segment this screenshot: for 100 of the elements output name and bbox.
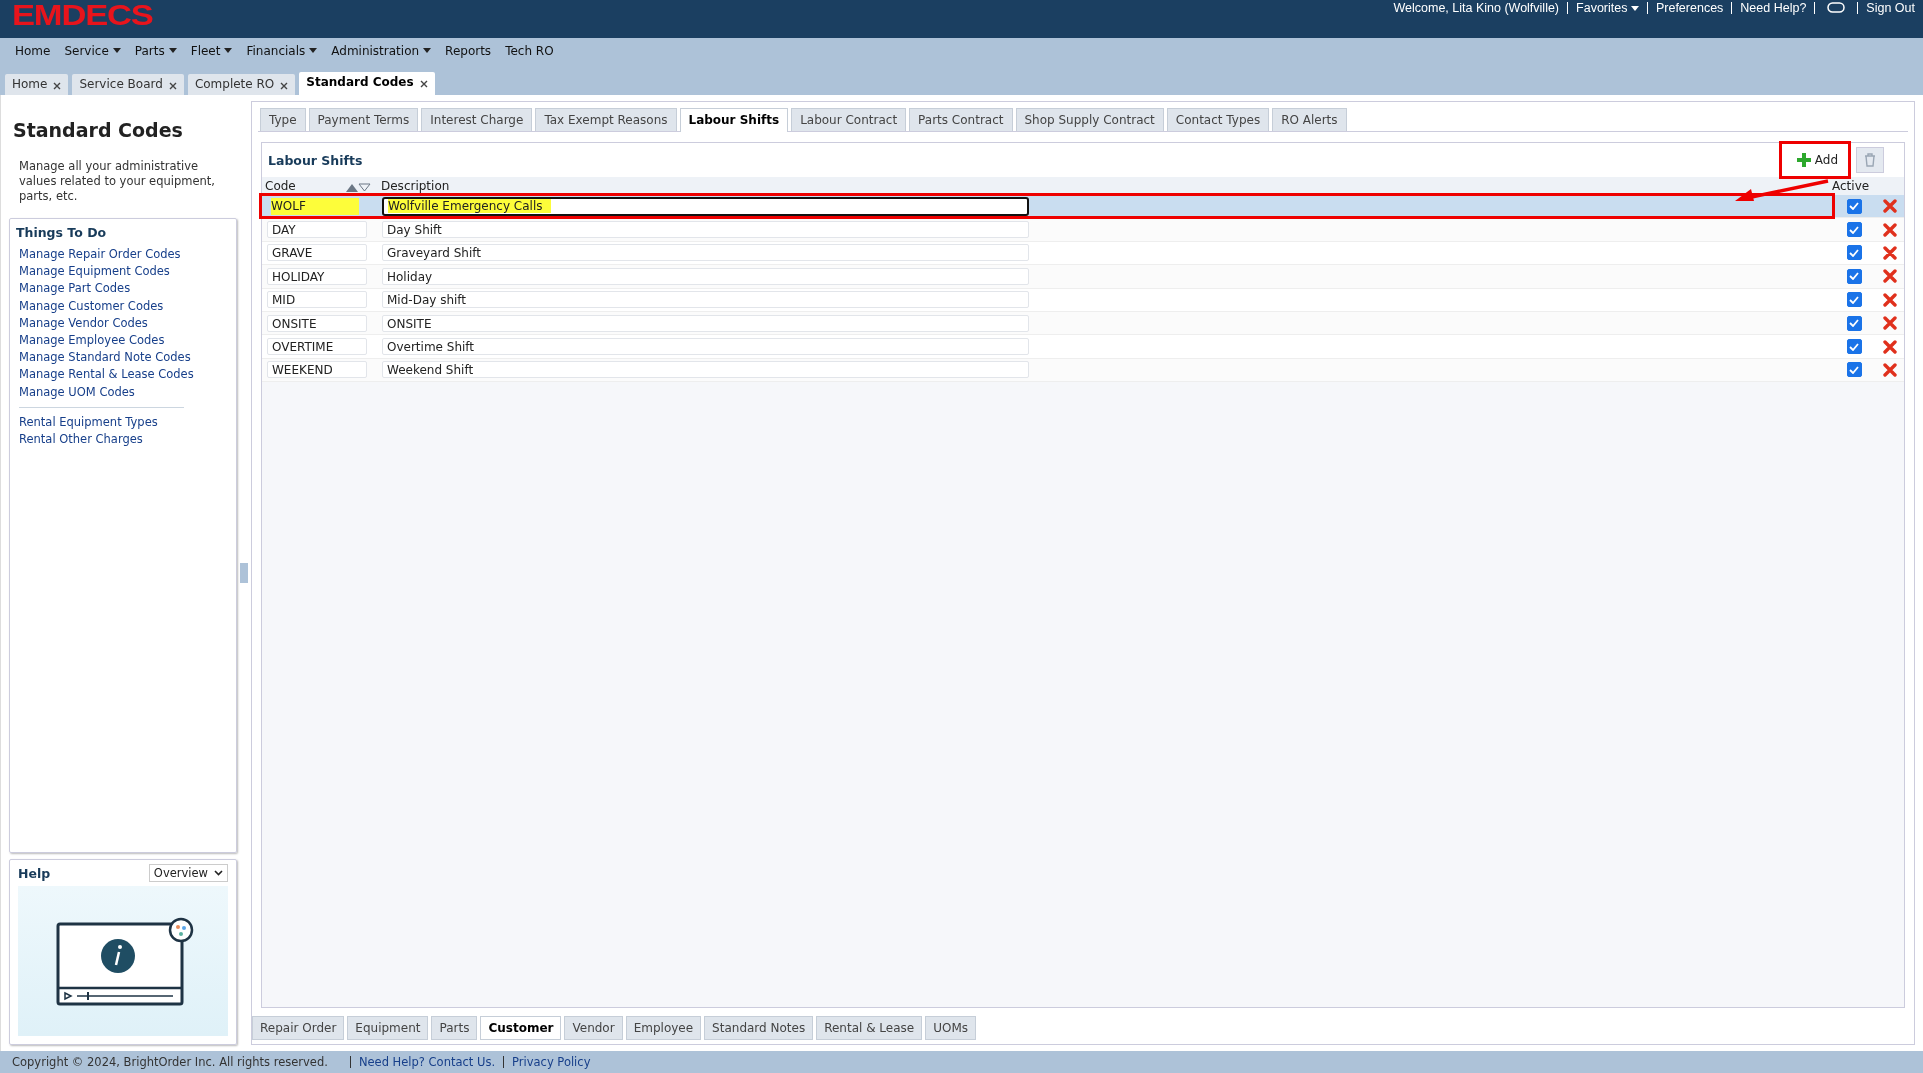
table-row[interactable]: HOLIDAY Holiday	[262, 265, 1904, 289]
active-checkbox[interactable]	[1846, 245, 1862, 261]
description-field[interactable]: Holiday	[382, 267, 1029, 285]
help-dropdown[interactable]: Overview	[148, 864, 228, 882]
code-tab[interactable]: Labour Contract	[791, 108, 907, 131]
close-icon[interactable]	[168, 81, 177, 90]
delete-icon[interactable]	[1883, 362, 1897, 377]
code-tab[interactable]: Parts Contract	[909, 108, 1013, 131]
description-field[interactable]: Graveyard Shift	[382, 244, 1029, 262]
sidebar-link[interactable]: Manage Employee Codes	[16, 332, 230, 350]
close-icon[interactable]	[419, 79, 428, 88]
table-row[interactable]: DAY Day Shift	[262, 218, 1904, 242]
code-field[interactable]: ONSITE	[267, 314, 367, 332]
footer-link[interactable]: Need Help? Contact Us.	[358, 1055, 496, 1069]
table-row[interactable]: OVERTIME Overtime Shift	[262, 335, 1904, 359]
sidebar-link[interactable]: Manage Customer Codes	[16, 297, 230, 315]
code-field[interactable]: GRAVE	[267, 244, 367, 262]
code-tab[interactable]: Payment Terms	[308, 108, 419, 131]
category-tab[interactable]: Customer	[480, 1016, 562, 1040]
page-tab[interactable]: Service Board	[72, 74, 184, 95]
table-row[interactable]: MID Mid-Day shift	[262, 288, 1904, 312]
code-field[interactable]: DAY	[267, 221, 367, 239]
delete-icon[interactable]	[1883, 339, 1897, 354]
menu-item[interactable]: Parts	[134, 43, 177, 58]
menu-item[interactable]: Tech RO	[505, 43, 554, 58]
sidebar-link[interactable]: Manage Equipment Codes	[16, 263, 230, 281]
menu-item[interactable]: Administration	[331, 43, 432, 58]
welcome-text: Welcome, Lita Kino (Wolfville)	[1393, 1, 1560, 15]
table-row[interactable]: ONSITE ONSITE	[262, 311, 1904, 336]
header-link[interactable]: Need Help?	[1740, 1, 1807, 15]
todo-title: Things To Do	[16, 225, 108, 240]
chevron-icon	[214, 870, 223, 876]
code-tab[interactable]: Shop Supply Contract	[1015, 108, 1164, 131]
category-tab[interactable]: Parts	[431, 1016, 478, 1040]
caret-icon	[112, 48, 121, 53]
sidebar-link[interactable]: Rental Other Charges	[16, 431, 230, 449]
column-header[interactable]: Description	[381, 179, 1832, 193]
sidebar-link[interactable]: Rental Equipment Types	[16, 413, 230, 432]
active-checkbox[interactable]	[1846, 268, 1862, 284]
active-checkbox[interactable]	[1846, 315, 1862, 331]
sidebar-link[interactable]: Manage Rental & Lease Codes	[16, 366, 230, 384]
category-tab[interactable]: Employee	[625, 1016, 702, 1040]
page-tab[interactable]: Home	[5, 74, 69, 95]
active-checkbox[interactable]	[1846, 222, 1862, 238]
header-link[interactable]: Sign Out	[1866, 1, 1915, 15]
favorites-menu[interactable]: Favorites	[1576, 1, 1639, 15]
code-field[interactable]: WEEKEND	[267, 361, 367, 379]
caret-icon	[423, 48, 432, 53]
column-header[interactable]: Code	[265, 179, 345, 193]
page-tab[interactable]: Standard Codes	[299, 72, 435, 95]
header-link[interactable]: Preferences	[1655, 1, 1724, 15]
menu-item[interactable]: Fleet	[190, 43, 233, 58]
category-tab[interactable]: Vendor	[564, 1016, 623, 1040]
menu-item[interactable]: Service	[64, 43, 121, 58]
code-tab[interactable]: Type	[260, 108, 306, 131]
code-field[interactable]: HOLIDAY	[267, 267, 367, 285]
delete-icon[interactable]	[1883, 316, 1897, 331]
code-tab[interactable]: Tax Exempt Reasons	[535, 108, 677, 131]
code-field[interactable]: OVERTIME	[267, 338, 367, 356]
delete-icon[interactable]	[1883, 292, 1897, 307]
close-icon[interactable]	[280, 81, 289, 90]
sidebar-link[interactable]: Manage Vendor Codes	[16, 314, 230, 332]
code-tab[interactable]: RO Alerts	[1272, 108, 1347, 131]
active-checkbox[interactable]	[1846, 292, 1862, 308]
category-tab[interactable]: UOMs	[925, 1016, 977, 1040]
delete-icon[interactable]	[1883, 269, 1897, 284]
code-field[interactable]: MID	[267, 291, 367, 309]
column-header[interactable]: Active	[1832, 179, 1876, 193]
code-tab[interactable]: Labour Shifts	[679, 108, 789, 132]
category-tab[interactable]: Equipment	[347, 1016, 429, 1040]
delete-icon[interactable]	[1883, 245, 1897, 260]
description-field[interactable]: Overtime Shift	[382, 338, 1029, 356]
description-field[interactable]: ONSITE	[382, 314, 1029, 332]
page-tab[interactable]: Complete RO	[187, 74, 296, 95]
description-field[interactable]: Day Shift	[382, 221, 1029, 239]
sidebar-link[interactable]: Manage Repair Order Codes	[16, 246, 230, 264]
menu-item[interactable]: Reports	[445, 43, 492, 58]
delete-icon[interactable]	[1883, 222, 1897, 237]
description-field[interactable]: Weekend Shift	[382, 361, 1029, 379]
menu-item[interactable]: Financials	[246, 43, 318, 58]
sidebar-link[interactable]: Manage Part Codes	[16, 280, 230, 298]
code-tab[interactable]: Contact Types	[1166, 108, 1270, 131]
delete-icon[interactable]	[1883, 199, 1897, 214]
code-tab[interactable]: Interest Charge	[421, 108, 533, 131]
active-checkbox[interactable]	[1846, 362, 1862, 378]
category-tab[interactable]: Rental & Lease	[816, 1016, 923, 1040]
footer-link[interactable]: Privacy Policy	[512, 1055, 591, 1069]
category-tab[interactable]: Standard Notes	[704, 1016, 814, 1040]
close-icon[interactable]	[53, 81, 62, 90]
sidebar-link[interactable]: Manage Standard Note Codes	[16, 349, 230, 367]
category-tab[interactable]: Repair Order	[252, 1016, 345, 1040]
menu-item[interactable]: Home	[15, 43, 51, 58]
active-checkbox[interactable]	[1846, 198, 1862, 214]
description-field[interactable]: Mid-Day shift	[382, 291, 1029, 309]
sort-icon[interactable]	[345, 183, 371, 193]
table-row[interactable]: WEEKEND Weekend Shift	[262, 358, 1904, 383]
active-checkbox[interactable]	[1846, 339, 1862, 355]
chat-icon[interactable]	[1827, 2, 1846, 14]
sidebar-link[interactable]: Manage UOM Codes	[16, 383, 230, 401]
description-field[interactable]: Wolfville Emergency Calls	[382, 196, 1029, 216]
